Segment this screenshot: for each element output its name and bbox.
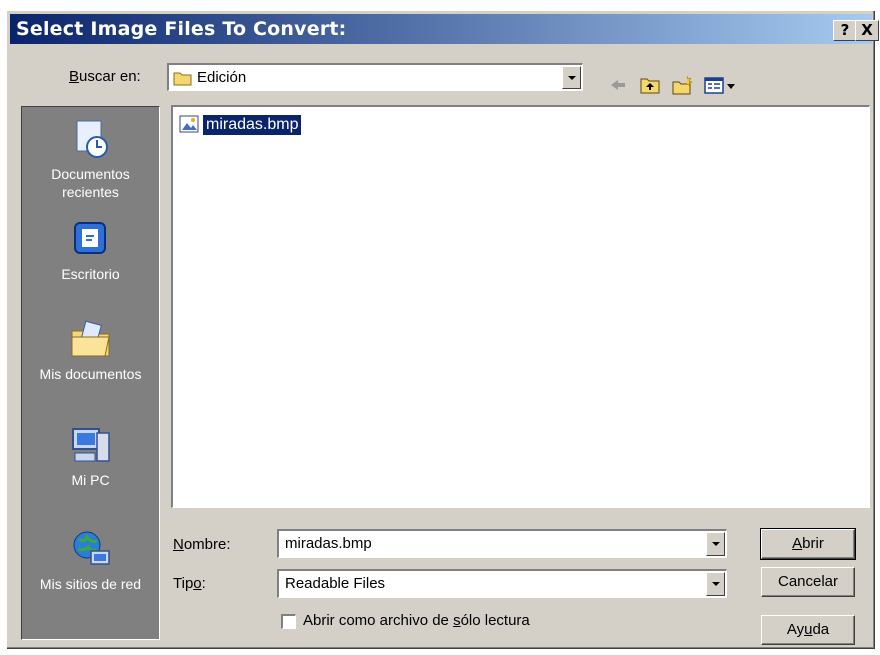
place-label: Escritorio (61, 266, 120, 282)
places-bar: Documentos recientes Escritorio Mis docu… (21, 106, 160, 640)
new-folder-icon[interactable] (671, 74, 693, 96)
place-label: recientes (62, 184, 119, 200)
close-title-button[interactable]: X (855, 20, 879, 41)
recent-documents-icon (76, 120, 108, 158)
file-dialog: Select Image Files To Convert: ? X Busca… (6, 10, 879, 650)
file-name: miradas.bmp (201, 114, 303, 136)
help-title-button[interactable]: ? (833, 20, 857, 41)
lookin-label: Buscar en: (69, 68, 141, 85)
place-label: Documentos (51, 166, 130, 182)
place-label: Mis sitios de red (39, 576, 142, 592)
lookin-dropdown-button[interactable] (562, 66, 581, 89)
help-button[interactable]: Ayuda (761, 615, 855, 645)
lookin-combo[interactable]: Edición (167, 63, 583, 91)
view-menu-icon[interactable] (703, 74, 739, 96)
window-title: Select Image Files To Convert: (16, 18, 347, 40)
filename-dropdown-button[interactable] (706, 532, 725, 556)
place-label: Mi PC (71, 472, 110, 488)
readonly-label[interactable]: Abrir como archivo de sólo lectura (303, 612, 530, 629)
my-documents-icon (71, 320, 110, 357)
place-desktop[interactable]: Escritorio (22, 217, 159, 283)
filename-combo[interactable]: miradas.bmp (277, 529, 727, 558)
place-label: Mis documentos (39, 366, 142, 382)
desktop-icon (73, 222, 106, 254)
readonly-checkbox[interactable] (281, 614, 296, 629)
cancel-button[interactable]: Cancelar (761, 567, 855, 597)
filename-value: miradas.bmp (285, 535, 372, 552)
filetype-value: Readable Files (285, 575, 386, 592)
my-computer-icon (71, 428, 110, 462)
back-icon[interactable] (607, 74, 629, 96)
folder-icon (173, 72, 192, 86)
place-network[interactable]: Mis sitios de red (22, 527, 159, 593)
place-my-computer[interactable]: Mi PC (22, 423, 159, 489)
lookin-value: Edición (197, 69, 247, 86)
filetype-dropdown-button[interactable] (706, 572, 725, 596)
filename-label: Nombre: (173, 536, 231, 553)
open-button[interactable]: Abrir (760, 528, 856, 560)
bitmap-file-icon (179, 115, 199, 133)
place-recent-documents[interactable]: Documentos recientes (22, 117, 159, 201)
place-my-documents[interactable]: Mis documentos (22, 317, 159, 383)
file-list[interactable]: miradas.bmp (171, 105, 870, 508)
title-bar[interactable]: Select Image Files To Convert: ? X (10, 14, 879, 44)
network-places-icon (73, 531, 110, 565)
up-folder-icon[interactable] (639, 74, 661, 96)
filetype-label: Tipo: (173, 575, 206, 592)
filetype-combo[interactable]: Readable Files (277, 569, 727, 598)
